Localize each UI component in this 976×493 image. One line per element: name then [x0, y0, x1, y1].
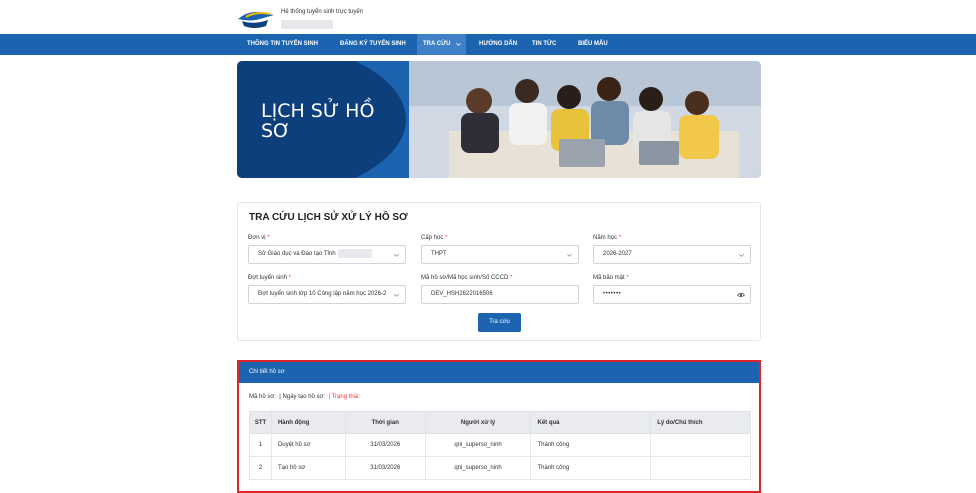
nav-dang-ky-tuyen-sinh[interactable]: ĐĂNG KÝ TUYỂN SINH — [334, 34, 412, 55]
nav-tra-cuu[interactable]: TRA CỨU — [417, 34, 467, 55]
students-photo-image — [409, 61, 761, 178]
cell-ly-do — [650, 456, 751, 480]
cell-thoi-gian: 31/03/2026 — [344, 456, 426, 480]
required-mark: * — [288, 275, 291, 281]
ma-bao-mat-label-text: Mã bảo mật — [593, 275, 625, 281]
dot-tuyen-sinh-value: Đợt tuyển sinh lớp 10 Công lập năm học 2… — [258, 291, 387, 297]
chevron-down-icon — [394, 254, 399, 257]
search-form-title: TRA CỨU LỊCH SỬ XỬ LÝ HỒ SƠ — [249, 212, 408, 223]
cell-ly-do — [650, 433, 751, 457]
dot-tuyen-sinh-select[interactable]: Đợt tuyển sinh lớp 10 Công lập năm học 2… — [248, 285, 406, 304]
col-stt: STT — [249, 411, 272, 434]
ma-ho-so-input[interactable]: DEV_HSH2622016506 — [421, 285, 579, 304]
detail-header: Chi tiết hồ sơ — [239, 362, 759, 383]
cell-nguoi-xu-ly: qni_superso_ninh — [424, 433, 532, 457]
cap-hoc-label: Cấp học * — [421, 235, 447, 241]
cell-stt: 1 — [249, 433, 272, 457]
site-title: Hệ thống tuyển sinh trực tuyến — [281, 9, 364, 15]
ma-bao-mat-input[interactable]: ••••••• — [593, 285, 751, 304]
chevron-down-icon — [739, 254, 744, 257]
col-ly-do: Lý do/Chú thích — [650, 411, 751, 434]
cell-hanh-dong: Duyệt hồ sơ — [270, 433, 346, 457]
required-mark: * — [509, 275, 513, 281]
cell-hanh-dong: Tạo hồ sơ — [270, 456, 346, 480]
table-header-row: STT Hành động Thời gian Người xử lý Kết … — [249, 411, 751, 434]
table-row: 1 Duyệt hồ sơ 31/03/2026 qni_superso_nin… — [249, 433, 751, 457]
dot-tuyen-sinh-label-text: Đợt tuyển sinh — [248, 275, 287, 281]
cell-thoi-gian: 31/03/2026 — [344, 433, 426, 457]
nav-thong-tin-tuyen-sinh[interactable]: THÔNG TIN TUYỂN SINH — [241, 34, 324, 55]
redacted-text — [337, 248, 372, 258]
search-button[interactable]: Tra cứu — [478, 313, 521, 332]
required-mark: * — [618, 235, 622, 241]
col-thoi-gian: Thời gian — [344, 411, 426, 434]
nam-hoc-label-text: Năm học — [593, 235, 618, 241]
eye-icon[interactable] — [737, 292, 745, 298]
history-table: STT Hành động Thời gian Người xử lý Kết … — [249, 411, 751, 480]
record-meta: Mã hồ sơ: | Ngày tạo hồ sơ: | Trạng thái… — [249, 394, 360, 400]
nam-hoc-label: Năm học * — [593, 235, 621, 241]
meta-ngay-tao: | Ngày tạo hồ sơ: — [279, 394, 326, 400]
col-nguoi-xu-ly: Người xử lý — [424, 411, 532, 434]
ma-ho-so-label-text: Mã hồ sơ/Mã học sinh/Số CCCD — [421, 275, 509, 281]
meta-ma-ho-so: Mã hồ sơ: — [249, 394, 276, 400]
chevron-down-icon — [394, 293, 399, 298]
page-banner: LỊCH SỬ HỒ SƠ — [237, 61, 761, 178]
col-hanh-dong: Hành động — [270, 411, 346, 434]
nav-huong-dan[interactable]: HƯỚNG DẪN — [473, 34, 523, 55]
chevron-down-icon — [567, 254, 572, 257]
record-detail-panel: Chi tiết hồ sơ Mã hồ sơ: | Ngày tạo hồ s… — [237, 360, 761, 493]
cell-ket-qua: Thành công — [530, 456, 652, 480]
chevron-down-icon — [456, 42, 462, 46]
ma-ho-so-label: Mã hồ sơ/Mã học sinh/Số CCCD * — [421, 275, 512, 281]
dot-tuyen-sinh-label: Đợt tuyển sinh * — [248, 275, 291, 281]
cap-hoc-value: THPT — [431, 251, 447, 257]
don-vi-label-text: Đơn vị — [248, 235, 266, 241]
col-ket-qua: Kết quả — [530, 411, 652, 434]
nam-hoc-value: 2026-2027 — [603, 251, 632, 257]
ma-bao-mat-label: Mã bảo mật * — [593, 275, 629, 281]
table-row: 2 Tạo hồ sơ 31/03/2026 qni_superso_ninh … — [249, 456, 751, 480]
nav-tra-cuu-label: TRA CỨU — [423, 41, 451, 47]
cell-ket-qua: Thành công — [530, 433, 652, 457]
main-nav: THÔNG TIN TUYỂN SINH ĐĂNG KÝ TUYỂN SINH … — [0, 34, 976, 55]
cell-stt: 2 — [249, 456, 272, 480]
required-mark: * — [267, 235, 270, 241]
nam-hoc-select[interactable]: 2026-2027 — [593, 245, 751, 264]
graduation-cap-icon[interactable] — [236, 7, 276, 31]
ma-bao-mat-value: ••••••• — [603, 291, 622, 297]
required-mark: * — [445, 235, 448, 241]
search-form-card: TRA CỨU LỊCH SỬ XỬ LÝ HỒ SƠ Đơn vị * Sở … — [237, 202, 761, 341]
meta-trang-thai: | Trạng thái: — [328, 394, 361, 400]
cell-nguoi-xu-ly: qni_superso_ninh — [424, 456, 532, 480]
nav-bieu-mau[interactable]: BIỂU MẪU — [572, 34, 614, 55]
page-title: LỊCH SỬ HỒ SƠ — [261, 100, 375, 142]
site-header: Hệ thống tuyển sinh trực tuyến — [0, 0, 976, 34]
nav-tin-tuc[interactable]: TIN TỨC — [526, 34, 562, 55]
site-subtitle-redacted — [281, 20, 333, 29]
cap-hoc-select[interactable]: THPT — [421, 245, 579, 264]
don-vi-label: Đơn vị * — [248, 235, 270, 241]
cap-hoc-label-text: Cấp học — [421, 235, 444, 241]
don-vi-value: Sở Giáo dục và Đào tạo Tỉnh — [258, 251, 336, 257]
don-vi-select[interactable]: Sở Giáo dục và Đào tạo Tỉnh — [248, 245, 406, 264]
required-mark: * — [626, 275, 629, 281]
